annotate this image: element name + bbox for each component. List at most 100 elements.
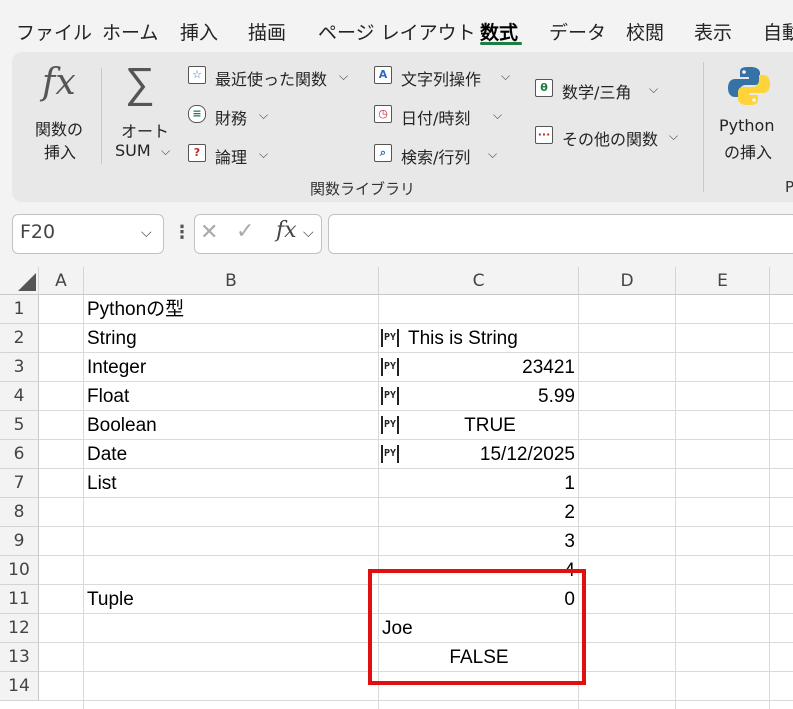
cell-c3[interactable]: 23421 — [408, 353, 575, 382]
row-header-7[interactable]: 7 — [0, 469, 39, 498]
chevron-down-icon: ⌵ — [161, 144, 171, 158]
tab-formulas[interactable]: 数式 — [480, 18, 518, 45]
row-header-5[interactable]: 5 — [0, 411, 39, 440]
chevron-down-icon: ⌵ — [669, 129, 679, 143]
sigma-icon: ∑ — [125, 58, 155, 107]
row-header-14[interactable]: 14 — [0, 672, 39, 701]
cell-b3[interactable]: Integer — [87, 353, 146, 382]
cell-b1[interactable]: Pythonの型 — [87, 295, 184, 324]
name-box-value: F20 — [20, 221, 56, 243]
select-all-button[interactable] — [0, 267, 39, 295]
tab-home[interactable]: ホーム — [102, 18, 158, 45]
tab-data[interactable]: データ — [549, 18, 606, 45]
cell-c8[interactable]: 2 — [408, 498, 575, 527]
chevron-down-icon[interactable]: ⌵ — [141, 225, 152, 241]
ribbon-separator — [703, 62, 704, 192]
tab-view[interactable]: 表示 — [694, 18, 732, 45]
tab-file[interactable]: ファイル — [16, 18, 92, 45]
active-tab-indicator — [480, 42, 522, 45]
group-label-function-library: 関数ライブラリ — [310, 180, 416, 198]
tab-insert[interactable]: 挿入 — [180, 18, 218, 45]
highlight-box — [368, 569, 586, 685]
more-options-icon[interactable]: ⋮ — [173, 222, 191, 243]
cell-c7[interactable]: 1 — [408, 469, 575, 498]
magnifier-icon: ⌕ — [374, 144, 392, 162]
row-header-11[interactable]: 11 — [0, 585, 39, 614]
tab-automate[interactable]: 自動 — [763, 18, 793, 45]
confirm-icon[interactable]: ✓ — [236, 219, 254, 244]
cell-b6[interactable]: Date — [87, 440, 127, 469]
cell-b11[interactable]: Tuple — [87, 585, 134, 614]
cell-c5[interactable]: TRUE — [408, 411, 572, 440]
autosum-label-2: SUM — [115, 141, 151, 160]
financial-label: 財務 — [215, 109, 248, 128]
gridline — [769, 295, 770, 709]
lookup-label: 検索/行列 — [401, 148, 471, 167]
cell-c4[interactable]: 5.99 — [408, 382, 575, 411]
tab-page-layout[interactable]: ページ レイアウト — [318, 18, 476, 45]
clock-icon: ◷ — [374, 105, 392, 123]
cell-b7[interactable]: List — [87, 469, 117, 498]
gridline — [39, 700, 793, 701]
cell-b2[interactable]: String — [87, 324, 137, 353]
column-header-c[interactable]: C — [379, 267, 579, 295]
cell-b4[interactable]: Float — [87, 382, 129, 411]
column-header-b[interactable]: B — [84, 267, 379, 295]
chevron-down-icon: ⌵ — [649, 82, 659, 96]
star-icon: ☆ — [188, 66, 206, 84]
python-label-2: の挿入 — [724, 143, 773, 162]
python-cell-badge: PY — [381, 358, 400, 376]
chevron-down-icon: ⌵ — [493, 108, 503, 122]
ribbon-separator — [101, 68, 102, 164]
chevron-down-icon: ⌵ — [259, 108, 269, 122]
text-functions-label: 文字列操作 — [401, 70, 482, 89]
autosum-label-1: オート — [121, 122, 170, 141]
cell-b5[interactable]: Boolean — [87, 411, 157, 440]
math-trig-label: 数学/三角 — [562, 83, 632, 102]
row-header-4[interactable]: 4 — [0, 382, 39, 411]
chevron-down-icon: ⌵ — [488, 147, 498, 161]
python-cell-badge: PY — [381, 329, 400, 347]
text-a-icon: A — [374, 66, 392, 84]
gridline — [675, 295, 676, 709]
fx-icon: fx — [42, 62, 76, 103]
chevron-down-icon: ⌵ — [259, 147, 269, 161]
insert-function-label-2: 挿入 — [44, 143, 77, 162]
row-header-13[interactable]: 13 — [0, 643, 39, 672]
row-header-8[interactable]: 8 — [0, 498, 39, 527]
row-header-9[interactable]: 9 — [0, 527, 39, 556]
column-header-f[interactable] — [770, 267, 793, 295]
python-icon — [728, 67, 770, 105]
database-icon: ≡ — [188, 105, 206, 123]
row-header-2[interactable]: 2 — [0, 324, 39, 353]
tab-review[interactable]: 校閲 — [626, 18, 664, 45]
more-functions-label: その他の関数 — [562, 130, 659, 149]
python-cell-badge: PY — [381, 445, 400, 463]
fx-icon[interactable]: fx — [276, 218, 297, 243]
chevron-down-icon[interactable]: ⌵ — [303, 225, 314, 241]
tab-draw[interactable]: 描画 — [248, 18, 286, 45]
select-all-triangle-icon — [18, 273, 36, 291]
formula-input[interactable] — [328, 214, 793, 254]
group-label-python: P — [785, 178, 793, 196]
column-header-d[interactable]: D — [579, 267, 676, 295]
row-header-3[interactable]: 3 — [0, 353, 39, 382]
cancel-icon[interactable]: ✕ — [200, 220, 218, 245]
python-cell-badge: PY — [381, 387, 400, 405]
python-label-1: Python — [719, 116, 775, 135]
cell-c6[interactable]: 15/12/2025 — [408, 440, 575, 469]
row-header-6[interactable]: 6 — [0, 440, 39, 469]
column-header-e[interactable]: E — [676, 267, 770, 295]
chevron-down-icon: ⌵ — [501, 69, 511, 83]
cell-c2[interactable]: This is String — [408, 324, 518, 353]
row-header-12[interactable]: 12 — [0, 614, 39, 643]
theta-icon: θ — [535, 79, 553, 97]
column-header-a[interactable]: A — [39, 267, 84, 295]
more-dots-icon: ··· — [535, 126, 553, 144]
row-header-1[interactable]: 1 — [0, 295, 39, 324]
datetime-label: 日付/時刻 — [401, 109, 471, 128]
chevron-down-icon: ⌵ — [339, 69, 349, 83]
insert-function-label-1: 関数の — [35, 120, 84, 139]
cell-c9[interactable]: 3 — [408, 527, 575, 556]
row-header-10[interactable]: 10 — [0, 556, 39, 585]
